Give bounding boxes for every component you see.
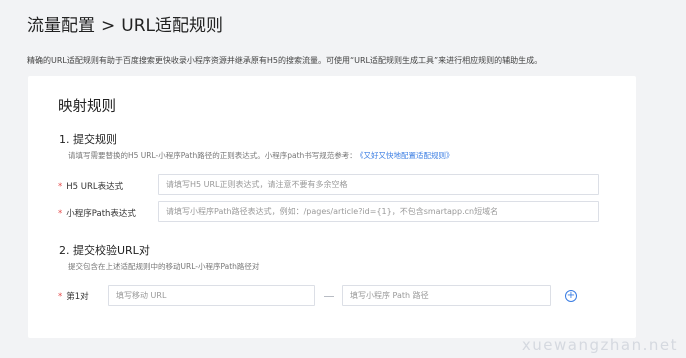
- required-mark: *: [58, 209, 63, 219]
- mapping-rules-card: 映射规则 1. 提交规则 请填写需要替换的H5 URL-小程序Path路径的正则…: [28, 76, 636, 338]
- path-expression-label: * 小程序Path表达式: [58, 207, 136, 219]
- h5-url-input[interactable]: 请填写H5 URL正则表达式，请注意不要有多余空格: [158, 174, 599, 195]
- watermark: xuewangzhan.net: [521, 336, 678, 354]
- pair-1-label: * 第1对: [58, 290, 89, 302]
- add-pair-icon[interactable]: +: [565, 290, 577, 302]
- mobile-url-input[interactable]: 填写移动 URL: [108, 285, 315, 306]
- section-verify-urls-subtitle: 提交包含在上述适配规则中的移动URL-小程序Path路径对: [68, 262, 260, 271]
- required-mark: *: [58, 292, 63, 302]
- required-mark: *: [58, 182, 63, 192]
- page-title: 流量配置 > URL适配规则: [27, 11, 223, 36]
- h5-url-label: * H5 URL表达式: [58, 180, 123, 192]
- breadcrumb-parent[interactable]: 流量配置: [27, 16, 95, 36]
- path-expression-label-text: 小程序Path表达式: [66, 209, 136, 219]
- config-guide-link[interactable]: 《又好又快地配置适配规则》: [360, 151, 454, 160]
- section-verify-urls-title: 2. 提交校验URL对: [59, 244, 150, 257]
- h5-url-label-text: H5 URL表达式: [66, 182, 124, 192]
- pair-1-label-text: 第1对: [66, 292, 89, 302]
- breadcrumb-current: URL适配规则: [121, 16, 223, 36]
- pair-separator: [324, 296, 334, 297]
- path-expression-input[interactable]: 请填写小程序Path路径表达式，例如：/pages/article?id={1}…: [158, 201, 599, 222]
- section-submit-rules-subtitle: 请填写需要替换的H5 URL-小程序Path路径的正则表达式。小程序path书写…: [68, 150, 454, 161]
- mini-program-path-input[interactable]: 填写小程序 Path 路径: [342, 285, 551, 306]
- page-description: 精确的URL适配规则有助于百度搜索更快收录小程序资源并继承原有H5的搜索流量。可…: [27, 56, 543, 65]
- card-title: 映射规则: [58, 99, 116, 115]
- section-submit-rules-text: 请填写需要替换的H5 URL-小程序Path路径的正则表达式。小程序path书写…: [68, 151, 357, 160]
- breadcrumb-separator: >: [101, 16, 116, 36]
- section-submit-rules-title: 1. 提交规则: [59, 133, 117, 146]
